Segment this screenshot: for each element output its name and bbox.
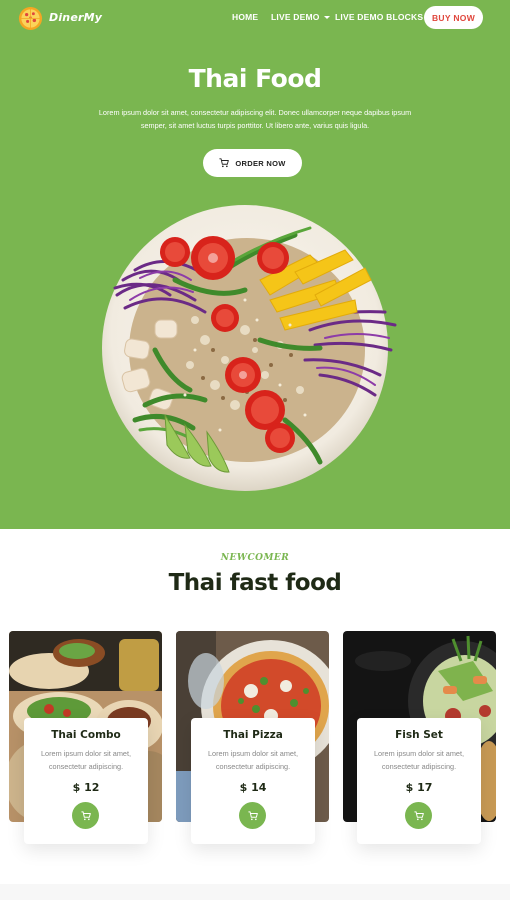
order-now-label: ORDER NOW <box>235 158 286 168</box>
top-navbar: DinerMy HOME LIVE DEMO LIVE DEMO BLOCKS … <box>0 0 510 36</box>
product-name[interactable]: Fish Set <box>357 729 481 741</box>
product-description: Lorem ipsum dolor sit amet, consectetur … <box>207 749 299 771</box>
nav-item-label: LIVE DEMO <box>271 12 320 22</box>
product-card-thai-pizza: Thai Pizza Lorem ipsum dolor sit amet, c… <box>191 718 315 844</box>
product-name[interactable]: Thai Pizza <box>191 729 315 741</box>
product-card-thai-combo: Thai Combo Lorem ipsum dolor sit amet, c… <box>24 718 148 844</box>
add-to-cart-button[interactable] <box>239 802 266 829</box>
pizza-logo-icon[interactable] <box>18 6 43 31</box>
nav-item-label: HOME <box>232 12 259 22</box>
nav-item-live-demo-blocks[interactable]: LIVE DEMO BLOCKS <box>335 12 434 22</box>
order-now-button[interactable]: ORDER NOW <box>203 149 302 177</box>
product-description: Lorem ipsum dolor sit amet, consectetur … <box>40 749 132 771</box>
next-section-strip <box>0 884 510 900</box>
nav-item-home[interactable]: HOME <box>232 12 258 22</box>
cart-icon <box>219 158 230 168</box>
hero-title: Thai Food <box>188 64 322 93</box>
cart-icon <box>413 810 424 820</box>
product-description: Lorem ipsum dolor sit amet, consectetur … <box>373 749 465 771</box>
section-subtitle: NEWCOMER <box>220 553 290 563</box>
hero-description: Lorem ipsum dolor sit amet, consectetur … <box>98 108 412 130</box>
product-card-fish-set: Fish Set Lorem ipsum dolor sit amet, con… <box>357 718 481 844</box>
product-price: $ 17 <box>405 781 433 794</box>
brand-logo-text[interactable]: DinerMy <box>49 11 102 24</box>
nav-item-label: LIVE DEMO BLOCKS <box>335 12 424 22</box>
salad-bowl-image <box>102 205 397 491</box>
chevron-down-icon <box>323 16 330 20</box>
product-price: $ 14 <box>239 781 267 794</box>
add-to-cart-button[interactable] <box>72 802 99 829</box>
add-to-cart-button[interactable] <box>405 802 432 829</box>
product-price: $ 12 <box>72 781 100 794</box>
buy-now-button[interactable]: BUY NOW <box>424 6 483 29</box>
cart-icon <box>247 810 258 820</box>
nav-item-live-demo[interactable]: LIVE DEMO <box>271 12 330 22</box>
cart-icon <box>80 810 91 820</box>
hero-section: DinerMy HOME LIVE DEMO LIVE DEMO BLOCKS … <box>0 0 510 529</box>
section-title: Thai fast food <box>168 570 342 596</box>
product-name[interactable]: Thai Combo <box>24 729 148 741</box>
